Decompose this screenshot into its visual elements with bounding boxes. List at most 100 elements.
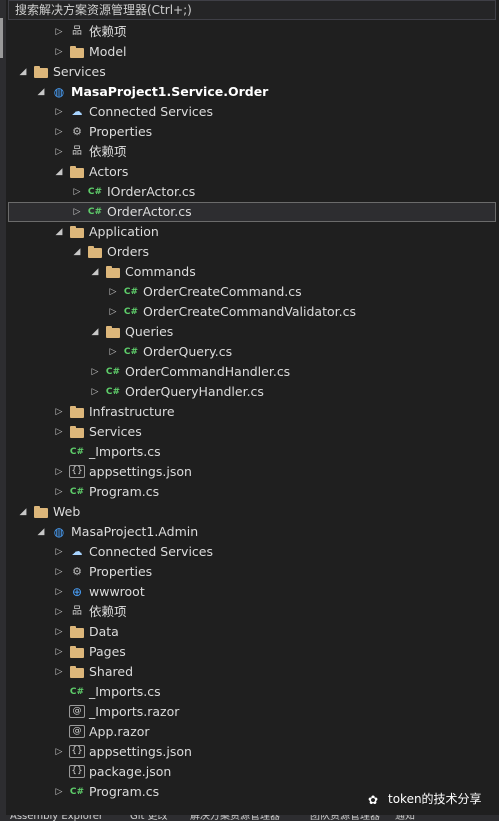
tree-item[interactable]: ▷ C# Program.cs: [8, 482, 496, 502]
collapsed-arrow-icon[interactable]: ▷: [108, 302, 118, 322]
collapsed-arrow-icon[interactable]: ▷: [54, 742, 64, 762]
tree-item[interactable]: @ App.razor: [8, 722, 496, 742]
bottom-tab[interactable]: 通知: [395, 815, 415, 821]
tree-item[interactable]: ▷ C# OrderQuery.cs: [8, 342, 496, 362]
tree-item[interactable]: ▷ Infrastructure: [8, 402, 496, 422]
collapsed-arrow-icon[interactable]: ▷: [72, 182, 82, 202]
collapsed-arrow-icon[interactable]: ▷: [54, 142, 64, 162]
bottom-tab[interactable]: 团队资源管理器: [310, 815, 380, 821]
folder-icon: [69, 405, 85, 419]
collapsed-arrow-icon[interactable]: ▷: [54, 562, 64, 582]
tree-item-label: Actors: [89, 164, 129, 179]
tree-item[interactable]: ▷ ☁ Connected Services: [8, 542, 496, 562]
collapsed-arrow-icon[interactable]: ▷: [54, 662, 64, 682]
tree-item[interactable]: ▷ Data: [8, 622, 496, 642]
collapsed-arrow-icon[interactable]: ▷: [54, 42, 64, 62]
tree-item[interactable]: ◢ Web: [8, 502, 496, 522]
solution-tree: ▷ 品依赖项 ▷ Model ◢ Services ◢ ◍ MasaProject1.Servi…: [8, 22, 496, 802]
tree-item[interactable]: @ _Imports.razor: [8, 702, 496, 722]
folder-icon: [69, 645, 85, 659]
tree-item[interactable]: C# _Imports.cs: [8, 442, 496, 462]
collapsed-arrow-icon[interactable]: ▷: [72, 202, 82, 222]
tree-item[interactable]: ▷ C# OrderCreateCommand.cs: [8, 282, 496, 302]
tree-item-label: Commands: [125, 264, 196, 279]
tree-item[interactable]: ▷ Pages: [8, 642, 496, 662]
csharp-file-icon: C#: [105, 387, 121, 397]
tree-item[interactable]: ▷ ⚙ Properties: [8, 562, 496, 582]
expanded-arrow-icon[interactable]: ◢: [90, 322, 100, 342]
tree-item-label: Connected Services: [89, 544, 213, 559]
collapsed-arrow-icon[interactable]: ▷: [54, 482, 64, 502]
bottom-tab[interactable]: 解决方案资源管理器: [190, 815, 280, 821]
tree-item[interactable]: ▷ Services: [8, 422, 496, 442]
expanded-arrow-icon[interactable]: ◢: [72, 242, 82, 262]
collapsed-arrow-icon[interactable]: ▷: [54, 422, 64, 442]
tree-item[interactable]: ◢ ◍ MasaProject1.Service.Order: [8, 82, 496, 102]
dependencies-icon: 品: [72, 146, 82, 157]
tree-item[interactable]: ◢ Actors: [8, 162, 496, 182]
tree-item[interactable]: {} package.json: [8, 762, 496, 782]
tree-item[interactable]: ▷ C# OrderQueryHandler.cs: [8, 382, 496, 402]
tree-item[interactable]: ▷ C# IOrderActor.cs: [8, 182, 496, 202]
collapsed-arrow-icon[interactable]: ▷: [54, 642, 64, 662]
collapsed-arrow-icon[interactable]: ▷: [54, 782, 64, 802]
tree-item[interactable]: ▷ C# OrderCreateCommandValidator.cs: [8, 302, 496, 322]
collapsed-arrow-icon[interactable]: ▷: [90, 362, 100, 382]
expanded-arrow-icon[interactable]: ◢: [18, 502, 28, 522]
tree-item[interactable]: ▷ ⚙ Properties: [8, 122, 496, 142]
folder-icon: [69, 665, 85, 679]
collapsed-arrow-icon[interactable]: ▷: [54, 122, 64, 142]
expanded-arrow-icon[interactable]: ◢: [36, 522, 46, 542]
collapsed-arrow-icon[interactable]: ▷: [54, 102, 64, 122]
collapsed-arrow-icon[interactable]: ▷: [90, 382, 100, 402]
collapsed-arrow-icon[interactable]: ▷: [54, 462, 64, 482]
collapsed-arrow-icon[interactable]: ▷: [54, 622, 64, 642]
collapsed-arrow-icon[interactable]: ▷: [54, 402, 64, 422]
tree-item-label: OrderCreateCommandValidator.cs: [143, 304, 356, 319]
tree-item-label: _Imports.cs: [89, 684, 161, 699]
tree-item[interactable]: ◢ Queries: [8, 322, 496, 342]
expanded-arrow-icon[interactable]: ◢: [54, 222, 64, 242]
tree-item[interactable]: ▷ 品依赖项: [8, 602, 496, 622]
bottom-tab[interactable]: Assembly Explorer: [10, 815, 103, 821]
csharp-file-icon: C#: [123, 287, 139, 297]
csharp-file-icon: C#: [123, 347, 139, 357]
tree-item[interactable]: C# _Imports.cs: [8, 682, 496, 702]
tree-item[interactable]: ◢ Orders: [8, 242, 496, 262]
tree-item-label: 依赖项: [89, 144, 127, 159]
tree-item[interactable]: ▷ 品依赖项: [8, 22, 496, 42]
collapsed-arrow-icon[interactable]: ▷: [54, 22, 64, 42]
tree-item[interactable]: ▷ ☁ Connected Services: [8, 102, 496, 122]
collapsed-arrow-icon[interactable]: ▷: [108, 282, 118, 302]
tree-item-label: 依赖项: [89, 24, 127, 39]
tree-item[interactable]: ▷ Model: [8, 42, 496, 62]
tree-item[interactable]: ▷ C# OrderActor.cs: [8, 202, 496, 222]
tree-item-label: Services: [89, 424, 142, 439]
collapsed-arrow-icon[interactable]: ▷: [54, 542, 64, 562]
tree-item[interactable]: ▷ {} appsettings.json: [8, 742, 496, 762]
expanded-arrow-icon[interactable]: ◢: [54, 162, 64, 182]
tree-item-label: IOrderActor.cs: [107, 184, 196, 199]
razor-file-icon: @: [69, 705, 85, 718]
tree-item-label: Data: [89, 624, 119, 639]
tree-item[interactable]: ◢ Application: [8, 222, 496, 242]
expanded-arrow-icon[interactable]: ◢: [90, 262, 100, 282]
tree-item-label: Model: [89, 44, 127, 59]
tree-item[interactable]: ▷ C# OrderCommandHandler.cs: [8, 362, 496, 382]
tree-item[interactable]: ▷ Shared: [8, 662, 496, 682]
tree-item[interactable]: ◢ Services: [8, 62, 496, 82]
collapsed-arrow-icon[interactable]: ▷: [54, 602, 64, 622]
collapsed-arrow-icon[interactable]: ▷: [108, 342, 118, 362]
tree-item[interactable]: ▷ {} appsettings.json: [8, 462, 496, 482]
search-input[interactable]: 搜索解决方案资源管理器(Ctrl+;): [8, 0, 496, 20]
tree-item[interactable]: ◢ ◍ MasaProject1.Admin: [8, 522, 496, 542]
tree-item[interactable]: ▷ ⊕ wwwroot: [8, 582, 496, 602]
tree-item[interactable]: ◢ Commands: [8, 262, 496, 282]
tree-item-label: App.razor: [89, 724, 150, 739]
bottom-tab[interactable]: Git 更改: [130, 815, 168, 821]
collapsed-arrow-icon[interactable]: ▷: [54, 582, 64, 602]
tree-item[interactable]: ▷ 品依赖项: [8, 142, 496, 162]
left-edge-strip: [0, 0, 6, 821]
expanded-arrow-icon[interactable]: ◢: [36, 82, 46, 102]
expanded-arrow-icon[interactable]: ◢: [18, 62, 28, 82]
